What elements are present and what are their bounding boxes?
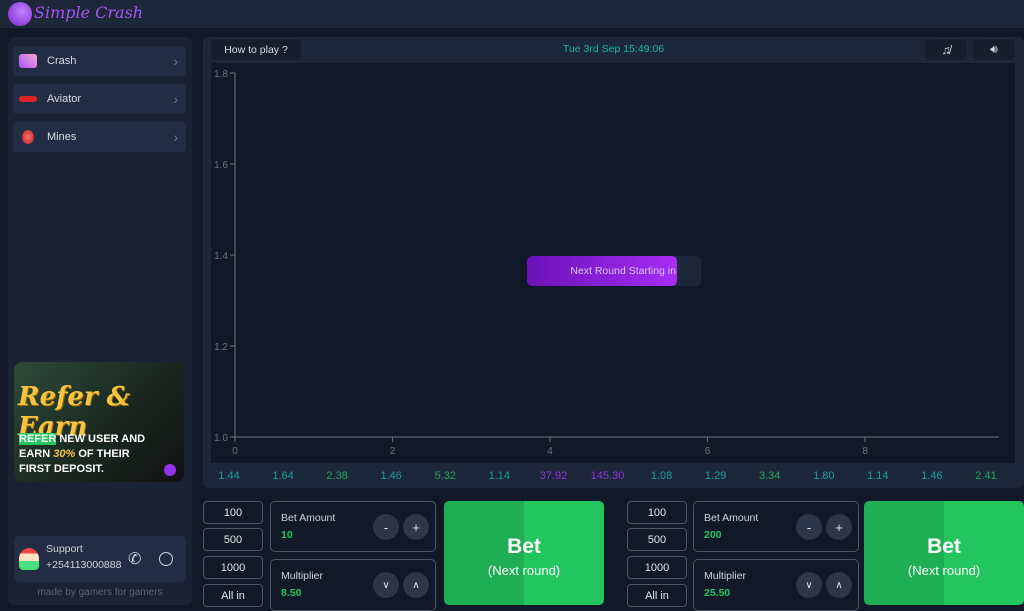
support-phone: +254113000888 <box>46 559 122 571</box>
multiplier-box: Multiplier 8.50 ∨ ∧ <box>270 559 436 611</box>
chevron-right-icon: › <box>173 53 178 69</box>
bet-button-label: Bet <box>507 535 541 558</box>
bet-button-sublabel: (Next round) <box>487 563 561 578</box>
bet-button-label: Bet <box>927 535 961 558</box>
bet-amount-label: Bet Amount <box>704 512 759 524</box>
countdown-label: Next Round Starting in <box>570 265 676 277</box>
datetime: Tue 3rd Sep 15:49:06 <box>562 43 665 55</box>
comet-icon <box>19 54 37 68</box>
sidebar-item-mines[interactable]: Mines › <box>13 122 186 152</box>
logo-text[interactable]: Simple Crash <box>34 3 143 22</box>
phone-icon[interactable]: ✆ <box>128 549 141 569</box>
bet-amount-label: Bet Amount <box>281 512 336 524</box>
footer-text: made by gamers for gamers <box>37 587 163 598</box>
game-panel: How to play ? Tue 3rd Sep 15:49:06 ♫̸ 🔊︎… <box>203 37 1024 488</box>
history-multiplier: 1.64 <box>272 470 294 482</box>
sidebar-item-label: Crash <box>47 55 77 67</box>
bet-button-sublabel: (Next round) <box>907 563 981 578</box>
banner-text: REFER NEW USER AND EARN 30% OF THEIR FIR… <box>19 432 184 477</box>
bet-amount-input[interactable]: 10 <box>281 529 293 541</box>
support-agent-icon <box>19 548 39 570</box>
chart-area: 0 2 4 6 8 1.0 1.2 1.4 1.6 1.8 Next Round Starting… <box>211 63 1015 463</box>
history-multiplier: 1.44 <box>218 470 240 482</box>
history-multiplier: 1.80 <box>813 470 835 482</box>
plane-icon <box>19 96 37 102</box>
sound-icon[interactable]: 🔊︎ <box>973 39 1015 60</box>
sidebar-item-aviator[interactable]: Aviator › <box>13 84 186 114</box>
quick-amount-button[interactable]: 100 <box>627 501 687 524</box>
multiplier-input[interactable]: 8.50 <box>281 587 301 599</box>
chevron-up-icon[interactable]: ∧ <box>403 572 429 598</box>
bet-button[interactable]: Bet (Next round) <box>864 501 1024 605</box>
sidebar-item-label: Aviator <box>47 93 82 105</box>
sidebar-item-label: Mines <box>47 131 77 143</box>
chevron-up-icon[interactable]: ∧ <box>826 572 852 598</box>
history-multiplier: 1.46 <box>380 470 402 482</box>
decrease-button[interactable]: - <box>796 514 822 540</box>
history-multiplier: 3.34 <box>758 470 781 482</box>
y-tick-label: 1.6 <box>214 160 228 171</box>
quick-amount-button[interactable]: 1000 <box>627 556 687 579</box>
history-multiplier: 2.38 <box>326 470 348 482</box>
history-strip: 1.44 1.64 2.38 1.46 5.32 1.14 37.92 145.30 1.08 1… <box>203 467 1024 487</box>
history-multiplier: 2.41 <box>975 470 997 482</box>
multiplier-label: Multiplier <box>281 570 324 582</box>
history-multiplier: 37.92 <box>539 470 568 482</box>
history-multiplier: 1.14 <box>488 470 511 482</box>
banner-line: OF THEIR <box>75 448 130 460</box>
quick-amount-button[interactable]: 500 <box>203 528 263 551</box>
banner-line: EARN <box>19 448 54 460</box>
chevron-right-icon: › <box>173 91 178 107</box>
history-multiplier: 1.14 <box>867 470 889 482</box>
support-label: Support <box>46 543 83 555</box>
increase-button[interactable]: + <box>826 514 852 540</box>
header: Simple Crash <box>0 0 1024 28</box>
y-tick-label: 1.2 <box>214 342 228 353</box>
increase-button[interactable]: + <box>403 514 429 540</box>
bet-amount-box: Bet Amount 10 - + <box>270 501 436 552</box>
history-multiplier: 5.32 <box>434 470 456 482</box>
sidebar: Crash › Aviator › Mines › Refer & Earn REFE… <box>8 37 192 605</box>
x-tick-label: 2 <box>390 446 396 457</box>
banner-percent: 30% <box>53 448 76 460</box>
y-tick-label: 1.8 <box>214 69 228 80</box>
logo-icon <box>8 2 32 26</box>
y-tick-label: 1.4 <box>214 251 228 262</box>
quick-amount-button[interactable]: 500 <box>627 528 687 551</box>
quick-amount-button[interactable]: All in <box>203 584 263 607</box>
quick-amount-button[interactable]: All in <box>627 584 687 607</box>
history-multiplier: 145.30 <box>590 470 625 482</box>
history-multiplier: 1.29 <box>704 470 727 482</box>
bomb-icon <box>22 130 34 144</box>
bet-button[interactable]: Bet (Next round) <box>444 501 604 605</box>
quick-amount-button[interactable]: 1000 <box>203 556 263 579</box>
decrease-button[interactable]: - <box>373 514 399 540</box>
multiplier-box: Multiplier 25.50 ∨ ∧ <box>693 559 859 611</box>
banner-highlight: REFER <box>19 433 57 445</box>
x-tick-label: 8 <box>862 446 868 457</box>
x-tick-label: 6 <box>705 446 711 457</box>
y-tick-label: 1.0 <box>214 433 228 444</box>
x-tick-label: 0 <box>232 446 238 457</box>
logo-icon <box>164 464 176 476</box>
refer-earn-banner[interactable]: Refer & Earn REFER NEW USER AND EARN 30%… <box>14 362 184 482</box>
history-multiplier: 1.08 <box>650 470 673 482</box>
sidebar-item-crash[interactable]: Crash › <box>13 46 186 76</box>
whatsapp-icon[interactable] <box>159 552 173 566</box>
chevron-down-icon[interactable]: ∨ <box>373 572 399 598</box>
bet-amount-input[interactable]: 200 <box>704 529 722 541</box>
music-off-icon[interactable]: ♫̸ <box>925 39 967 60</box>
countdown-bar: Next Round Starting in <box>527 256 701 286</box>
multiplier-label: Multiplier <box>704 570 747 582</box>
bet-amount-box: Bet Amount 200 - + <box>693 501 859 552</box>
chevron-down-icon[interactable]: ∨ <box>796 572 822 598</box>
history-multiplier: 1.46 <box>921 470 943 482</box>
support-box: Support +254113000888 ✆ <box>14 536 186 582</box>
quick-amount-button[interactable]: 100 <box>203 501 263 524</box>
x-tick-label: 4 <box>547 446 553 457</box>
chevron-right-icon: › <box>173 129 178 145</box>
banner-line: NEW USER AND <box>56 433 146 445</box>
banner-line: FIRST DEPOSIT. <box>19 463 104 475</box>
multiplier-input[interactable]: 25.50 <box>704 587 730 599</box>
